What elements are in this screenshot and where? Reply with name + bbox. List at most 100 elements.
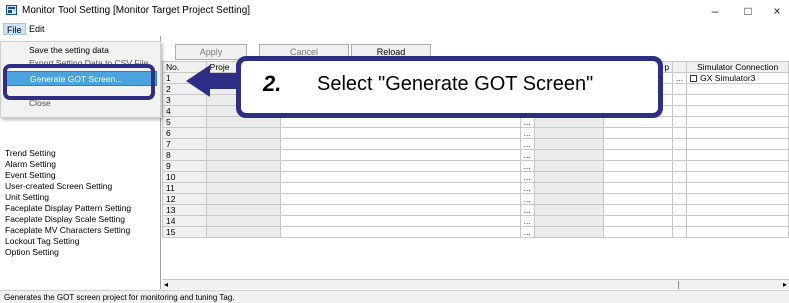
grid-cell[interactable] <box>279 149 521 161</box>
tree-item-event-setting[interactable]: Event Setting <box>5 170 56 180</box>
tree-item-alarm-setting[interactable]: Alarm Setting <box>5 159 56 169</box>
grid-cell[interactable] <box>672 105 688 117</box>
browse-button[interactable]: ... <box>519 193 535 205</box>
grid-cell[interactable] <box>686 171 789 183</box>
grid-cell[interactable] <box>533 171 604 183</box>
grid-cell[interactable] <box>205 127 281 139</box>
grid-cell[interactable] <box>686 138 789 150</box>
table-row[interactable]: 14... <box>162 215 789 227</box>
simulator-cell[interactable]: GX Simulator3 <box>686 72 789 84</box>
grid-cell[interactable] <box>533 193 604 205</box>
table-row[interactable]: 11... <box>162 182 789 194</box>
menu-item-save-setting-data[interactable]: Save the setting data <box>29 45 109 55</box>
table-row[interactable]: 8... <box>162 149 789 161</box>
grid-cell[interactable] <box>686 204 789 216</box>
grid-cell[interactable] <box>279 204 521 216</box>
grid-cell[interactable] <box>602 204 674 216</box>
grid-cell[interactable] <box>205 116 281 128</box>
table-row[interactable]: 9... <box>162 160 789 172</box>
grid-cell[interactable] <box>602 226 674 238</box>
grid-cell[interactable] <box>602 149 674 161</box>
scroll-right-icon[interactable]: ▸ <box>783 280 787 289</box>
table-row[interactable]: 10... <box>162 171 789 183</box>
grid-cell[interactable] <box>672 149 688 161</box>
grid-cell[interactable] <box>602 182 674 194</box>
grid-cell[interactable] <box>686 127 789 139</box>
table-row[interactable]: 7... <box>162 138 789 150</box>
browse-button[interactable]: ... <box>519 182 535 194</box>
grid-cell[interactable] <box>205 171 281 183</box>
browse-button[interactable]: ... <box>672 72 688 84</box>
close-button[interactable]: × <box>762 2 789 20</box>
scroll-thumb[interactable] <box>678 281 679 289</box>
tree-item-trend-setting[interactable]: Trend Setting <box>5 148 56 158</box>
table-row[interactable]: 12... <box>162 193 789 205</box>
grid-cell[interactable] <box>672 204 688 216</box>
grid-cell[interactable] <box>279 138 521 150</box>
grid-cell[interactable] <box>279 193 521 205</box>
grid-cell[interactable] <box>672 138 688 150</box>
grid-cell[interactable] <box>602 127 674 139</box>
grid-cell[interactable] <box>205 204 281 216</box>
menu-file[interactable]: File <box>3 23 26 35</box>
grid-cell[interactable] <box>602 138 674 150</box>
grid-cell[interactable] <box>672 215 688 227</box>
scroll-left-icon[interactable]: ◂ <box>164 280 168 289</box>
minimize-button[interactable]: – <box>700 2 730 20</box>
grid-cell[interactable] <box>672 182 688 194</box>
tree-item-faceplate-display-pattern-setting[interactable]: Faceplate Display Pattern Setting <box>5 203 131 213</box>
grid-cell[interactable] <box>533 160 604 172</box>
grid-cell[interactable] <box>533 226 604 238</box>
grid-cell[interactable] <box>279 127 521 139</box>
table-row[interactable]: 6... <box>162 127 789 139</box>
grid-cell[interactable] <box>686 160 789 172</box>
grid-cell[interactable] <box>205 149 281 161</box>
grid-cell[interactable] <box>533 149 604 161</box>
grid-cell[interactable] <box>686 226 789 238</box>
browse-button[interactable]: ... <box>519 138 535 150</box>
grid-cell[interactable] <box>279 215 521 227</box>
apply-button[interactable]: Apply <box>175 44 247 60</box>
grid-cell[interactable] <box>533 138 604 150</box>
browse-button[interactable]: ... <box>519 171 535 183</box>
maximize-button[interactable]: □ <box>733 2 763 20</box>
grid-cell[interactable] <box>205 160 281 172</box>
grid-cell[interactable] <box>672 171 688 183</box>
grid-cell[interactable] <box>686 94 789 106</box>
grid-cell[interactable] <box>686 105 789 117</box>
grid-cell[interactable] <box>279 116 521 128</box>
grid-cell[interactable] <box>279 182 521 194</box>
grid-cell[interactable] <box>205 226 281 238</box>
menu-edit[interactable]: Edit <box>26 23 48 35</box>
simulator-checkbox[interactable] <box>690 74 698 82</box>
grid-cell[interactable] <box>672 193 688 205</box>
grid-cell[interactable] <box>686 83 789 95</box>
browse-button[interactable]: ... <box>519 215 535 227</box>
grid-cell[interactable] <box>205 215 281 227</box>
grid-cell[interactable] <box>205 182 281 194</box>
browse-button[interactable]: ... <box>519 149 535 161</box>
table-row[interactable]: 13... <box>162 204 789 216</box>
horizontal-scrollbar[interactable]: ◂ ▸ <box>162 279 789 289</box>
grid-cell[interactable] <box>533 116 604 128</box>
grid-cell[interactable] <box>672 160 688 172</box>
grid-cell[interactable] <box>602 160 674 172</box>
grid-cell[interactable] <box>533 127 604 139</box>
browse-button[interactable]: ... <box>519 116 535 128</box>
tree-item-faceplate-mv-characters-setting[interactable]: Faceplate MV Characters Setting <box>5 225 130 235</box>
grid-cell[interactable] <box>205 138 281 150</box>
tree-item-user-created-screen-setting[interactable]: User-created Screen Setting <box>5 181 112 191</box>
grid-cell[interactable] <box>602 215 674 227</box>
browse-button[interactable]: ... <box>519 226 535 238</box>
grid-cell[interactable] <box>686 215 789 227</box>
tree-item-unit-setting[interactable]: Unit Setting <box>5 192 49 202</box>
grid-cell[interactable] <box>672 127 688 139</box>
grid-cell[interactable] <box>279 160 521 172</box>
grid-cell[interactable] <box>602 116 674 128</box>
grid-cell[interactable] <box>533 182 604 194</box>
grid-cell[interactable] <box>602 193 674 205</box>
browse-button[interactable]: ... <box>519 160 535 172</box>
grid-cell[interactable] <box>602 171 674 183</box>
grid-cell[interactable] <box>533 215 604 227</box>
browse-button[interactable]: ... <box>519 204 535 216</box>
